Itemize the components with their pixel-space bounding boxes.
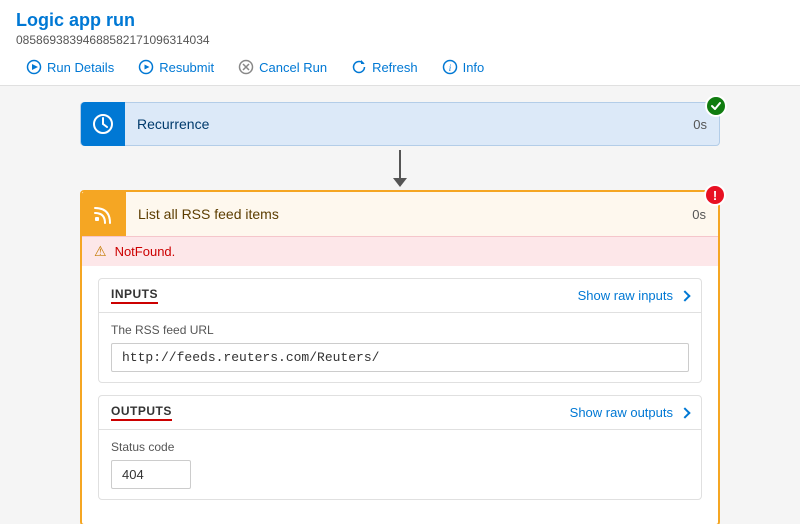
error-bar: ⚠ NotFound. bbox=[82, 236, 718, 266]
run-details-button[interactable]: Run Details bbox=[16, 55, 124, 79]
recurrence-label: Recurrence bbox=[125, 116, 681, 132]
status-code-value: 404 bbox=[111, 460, 191, 489]
rss-block-header: List all RSS feed items 0s ! bbox=[82, 192, 718, 236]
info-icon: i bbox=[442, 59, 458, 75]
inputs-body: The RSS feed URL http://feeds.reuters.co… bbox=[99, 313, 701, 382]
outputs-header: OUTPUTS Show raw outputs bbox=[99, 396, 701, 430]
refresh-button[interactable]: Refresh bbox=[341, 55, 428, 79]
show-raw-inputs-link[interactable]: Show raw inputs bbox=[578, 288, 689, 303]
chevron-right-icon bbox=[679, 290, 690, 301]
recurrence-time: 0s bbox=[681, 117, 719, 132]
flow-arrow-container bbox=[393, 146, 407, 190]
status-code-label: Status code bbox=[111, 440, 689, 454]
error-badge: ! bbox=[704, 184, 726, 206]
svg-text:i: i bbox=[448, 63, 451, 73]
show-raw-outputs-link[interactable]: Show raw outputs bbox=[570, 405, 689, 420]
flow-arrow-head bbox=[393, 178, 407, 187]
resubmit-button[interactable]: Resubmit bbox=[128, 55, 224, 79]
inputs-header: INPUTS Show raw inputs bbox=[99, 279, 701, 313]
outputs-title: OUTPUTS bbox=[111, 404, 172, 421]
rss-action-block[interactable]: List all RSS feed items 0s ! ⚠ NotFound.… bbox=[80, 190, 720, 524]
inputs-title: INPUTS bbox=[111, 287, 158, 304]
cancel-run-button[interactable]: Cancel Run bbox=[228, 55, 337, 79]
page-subtitle: 08586938394688582171096314034 bbox=[16, 33, 784, 47]
page-title: Logic app run bbox=[16, 10, 784, 31]
recurrence-icon-area bbox=[81, 102, 125, 146]
rss-body: INPUTS Show raw inputs The RSS feed URL … bbox=[82, 266, 718, 524]
recurrence-block[interactable]: Recurrence 0s bbox=[80, 102, 720, 146]
warning-icon: ⚠ bbox=[94, 243, 107, 260]
rss-url-label: The RSS feed URL bbox=[111, 323, 689, 337]
header: Logic app run 08586938394688582171096314… bbox=[0, 0, 800, 86]
outputs-body: Status code 404 bbox=[99, 430, 701, 499]
outputs-section: OUTPUTS Show raw outputs Status code 404 bbox=[98, 395, 702, 500]
cancel-run-icon bbox=[238, 59, 254, 75]
toolbar: Run Details Resubmit Cancel Run bbox=[16, 55, 784, 85]
refresh-icon bbox=[351, 59, 367, 75]
main-content: Recurrence 0s bbox=[0, 86, 800, 524]
rss-action-time: 0s bbox=[680, 207, 718, 222]
rss-url-value: http://feeds.reuters.com/Reuters/ bbox=[111, 343, 689, 372]
flow-container: Recurrence 0s bbox=[20, 102, 780, 524]
inputs-section: INPUTS Show raw inputs The RSS feed URL … bbox=[98, 278, 702, 383]
run-details-icon bbox=[26, 59, 42, 75]
flow-arrow-line bbox=[399, 150, 401, 178]
resubmit-icon bbox=[138, 59, 154, 75]
info-button[interactable]: i Info bbox=[432, 55, 495, 79]
success-badge bbox=[705, 95, 727, 117]
chevron-right-outputs-icon bbox=[679, 407, 690, 418]
rss-action-label: List all RSS feed items bbox=[126, 206, 680, 222]
rss-icon-area bbox=[82, 192, 126, 236]
error-message: NotFound. bbox=[115, 244, 176, 259]
